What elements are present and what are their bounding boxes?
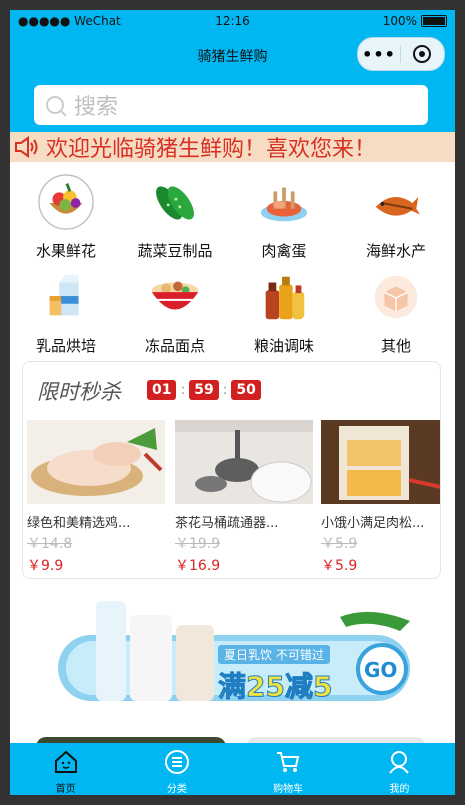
box-icon xyxy=(374,275,418,319)
category-fruit[interactable]: 水果鲜花 xyxy=(16,174,116,261)
search-bar: 搜索 xyxy=(10,80,455,132)
category-label: 水果鲜花 xyxy=(35,242,96,260)
flash-sale-title: 限时秒杀 xyxy=(37,380,121,404)
product-original-price: ￥14.8 xyxy=(27,536,73,552)
status-bar: ●●●●● WeChat 12:16 100% xyxy=(10,10,455,32)
category-label: 冻品面点 xyxy=(144,337,205,355)
countdown-hours: 01 xyxy=(147,380,177,400)
tab-category[interactable]: 分类 xyxy=(121,743,232,795)
product-name: 小饿小满足肉松... xyxy=(321,516,425,531)
battery-percent: 100% xyxy=(382,14,417,28)
category-label: 海鲜水产 xyxy=(365,242,426,260)
target-icon xyxy=(413,45,431,63)
product-sale-price: ￥16.9 xyxy=(175,558,221,570)
plunger-product-image xyxy=(175,420,313,504)
banner-promo: 满25减5 xyxy=(217,670,333,704)
fruit-basket-icon xyxy=(38,174,94,230)
navigation-bar: 骑猪生鲜购 ••• xyxy=(10,32,455,80)
category-other[interactable]: 其他 xyxy=(346,269,446,356)
product-sale-price: ￥5.9 xyxy=(321,558,358,570)
speaker-icon xyxy=(15,136,38,158)
search-placeholder: 搜索 xyxy=(74,95,119,120)
countdown-minutes: 59 xyxy=(189,380,219,400)
promo-banner[interactable]: 夏日乳饮 不可错过 满25减5 GO xyxy=(50,595,420,715)
product-original-price: ￥19.9 xyxy=(175,536,221,552)
miniprogram-capsule: ••• xyxy=(357,37,445,71)
tab-home[interactable]: 首页 xyxy=(10,743,121,795)
product-name: 茶花马桶疏通器... xyxy=(175,516,279,531)
category-seafood[interactable]: 海鲜水产 xyxy=(346,174,446,261)
cart-icon xyxy=(277,752,300,772)
category-meat[interactable]: 肉禽蛋 xyxy=(234,174,334,261)
sauce-bottles-icon xyxy=(265,276,305,320)
close-miniprogram-button[interactable] xyxy=(401,45,443,63)
category-label: 肉禽蛋 xyxy=(261,242,307,260)
search-input[interactable]: 搜索 xyxy=(34,85,428,125)
meat-plate-icon xyxy=(260,187,308,222)
banner-go-button[interactable]: GO xyxy=(364,658,397,682)
tab-cart[interactable]: 购物车 xyxy=(233,743,344,795)
product-card[interactable]: 茶花马桶疏通器... ￥19.9 ￥16.9 xyxy=(175,420,313,570)
tab-profile[interactable]: 我的 xyxy=(344,743,455,795)
tab-label: 我的 xyxy=(389,784,410,795)
countdown-seconds: 50 xyxy=(231,380,261,400)
fish-icon xyxy=(375,197,421,216)
cucumber-icon xyxy=(156,186,194,220)
category-list-icon xyxy=(164,750,189,774)
search-icon xyxy=(46,96,64,114)
tab-label: 分类 xyxy=(166,784,187,795)
tab-bar: 首页 分类 购物车 我的 xyxy=(10,743,455,795)
category-label: 蔬菜豆制品 xyxy=(137,242,213,260)
chicken-product-image xyxy=(27,420,165,504)
hotpot-bowl-icon xyxy=(151,281,199,310)
tab-label: 购物车 xyxy=(273,784,304,795)
category-grain-oil[interactable]: 粮油调味 xyxy=(234,269,334,356)
countdown-separator: : xyxy=(222,382,228,398)
category-dairy[interactable]: 乳品烘培 xyxy=(16,269,116,356)
category-label: 其他 xyxy=(380,337,411,355)
flash-sale-panel: 限时秒杀 01 : 59 : 50 绿色和美精选鸡... ￥14.8 ￥9.9 xyxy=(22,361,441,579)
tab-label: 首页 xyxy=(55,784,76,795)
bread-product-image xyxy=(321,420,440,504)
product-sale-price: ￥9.9 xyxy=(27,558,64,570)
notice-marquee: 欢迎光临骑猪生鲜购！喜欢您来！ xyxy=(10,132,455,162)
home-icon xyxy=(54,750,77,773)
category-label: 乳品烘培 xyxy=(35,337,96,355)
more-menu-button[interactable]: ••• xyxy=(358,45,400,64)
product-name: 绿色和美精选鸡... xyxy=(27,516,131,531)
battery-area: 100% xyxy=(383,14,447,28)
profile-icon xyxy=(389,751,410,774)
product-original-price: ￥5.9 xyxy=(321,536,358,552)
product-card[interactable]: 小饿小满足肉松... ￥5.9 ￥5.9 xyxy=(321,420,440,570)
category-vegetable[interactable]: 蔬菜豆制品 xyxy=(125,174,225,261)
notice-text: 欢迎光临骑猪生鲜购！喜欢您来！ xyxy=(46,137,377,162)
battery-icon xyxy=(421,15,447,27)
category-label: 粮油调味 xyxy=(253,337,314,355)
countdown-separator: : xyxy=(180,382,186,398)
countdown-timer: 01 : 59 : 50 xyxy=(147,380,261,400)
flash-sale-product-list[interactable]: 绿色和美精选鸡... ￥14.8 ￥9.9 茶花马桶疏通器... ￥19.9 ￥… xyxy=(23,420,440,570)
banner-slogan: 夏日乳饮 不可错过 xyxy=(218,645,330,664)
phone-screen: ●●●●● WeChat 12:16 100% 骑猪生鲜购 ••• 搜索 欢迎光… xyxy=(10,10,455,795)
product-card[interactable]: 绿色和美精选鸡... ￥14.8 ￥9.9 xyxy=(27,420,165,570)
milk-icon xyxy=(49,274,79,316)
category-frozen[interactable]: 冻品面点 xyxy=(125,269,225,356)
